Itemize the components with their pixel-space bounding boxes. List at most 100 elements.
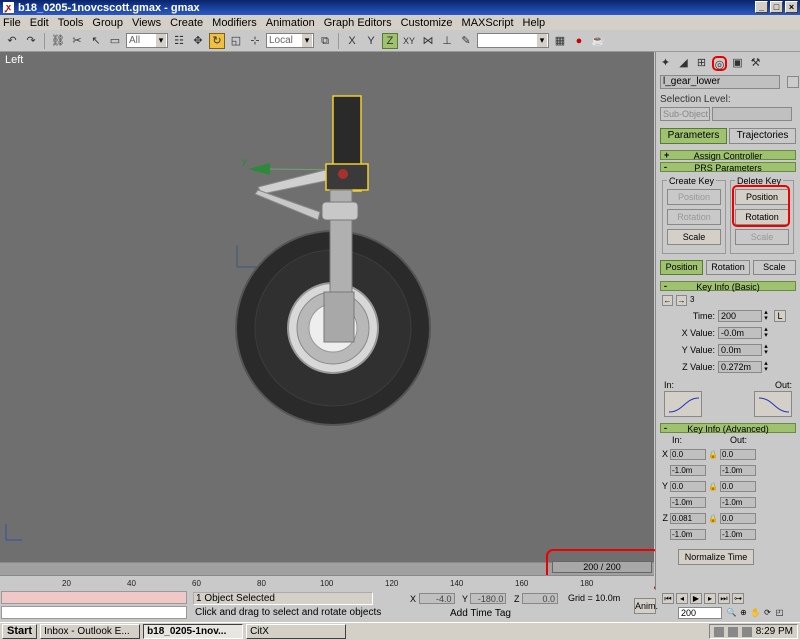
material-editor-icon[interactable]: ▦ (552, 33, 568, 49)
maxscript-listener-mini[interactable] (1, 591, 187, 604)
mirror-icon[interactable]: ⋈ (420, 33, 436, 49)
key-mode-icon[interactable]: ⊶ (732, 593, 744, 604)
select-icon[interactable]: ↖ (88, 33, 104, 49)
selection-filter-dropdown[interactable]: All (126, 33, 168, 48)
y-value-field[interactable]: 0.0m (718, 344, 762, 356)
adv-in-field[interactable]: -1.0m (670, 528, 706, 540)
reference-coord-dropdown[interactable]: Local (266, 33, 314, 48)
utilities-tab-icon[interactable]: ⚒ (748, 56, 763, 71)
pivot-icon[interactable]: ⊹ (247, 33, 263, 49)
adv-out-field[interactable]: -1.0m (720, 464, 756, 476)
menu-create[interactable]: Create (170, 17, 203, 29)
menu-animation[interactable]: Animation (266, 17, 315, 29)
time-field[interactable]: 200 (718, 310, 762, 322)
min-max-toggle-icon[interactable]: ◰ (774, 607, 785, 618)
menu-maxscript[interactable]: MAXScript (462, 17, 514, 29)
menu-graph-editors[interactable]: Graph Editors (324, 17, 392, 29)
create-rotation-key-button[interactable]: Rotation (667, 209, 721, 225)
pivot-center-icon[interactable]: ⧉ (317, 33, 333, 49)
move-icon[interactable]: ✥ (190, 33, 206, 49)
add-time-tag[interactable]: Add Time Tag (450, 608, 511, 619)
axis-z-icon[interactable]: Z (382, 32, 398, 49)
time-spinner-icon[interactable]: ▴ ▾ (762, 309, 770, 322)
maxscript-input-mini[interactable] (1, 606, 187, 619)
adv-in-field[interactable]: -1.0m (670, 496, 706, 508)
play-icon[interactable]: ▶ (690, 593, 702, 604)
x-value-spinner-icon[interactable]: ▴ ▾ (762, 326, 770, 339)
named-selection-icon[interactable]: ✎ (458, 33, 474, 49)
position-mode-button[interactable]: Position (660, 260, 704, 275)
pan-icon[interactable]: ✋ (750, 607, 761, 618)
rollout-prs-parameters[interactable]: - PRS Parameters (660, 162, 796, 173)
adv-in-field[interactable]: 0.0 (670, 480, 706, 492)
object-color-swatch[interactable] (787, 76, 799, 88)
z-value-spinner-icon[interactable]: ▴ ▾ (762, 360, 770, 373)
y-value-spinner-icon[interactable]: ▴ ▾ (762, 343, 770, 356)
go-to-end-icon[interactable]: ⏭ (718, 593, 730, 604)
rollout-key-info-advanced[interactable]: - Key Info (Advanced) (660, 423, 796, 434)
adv-lock-icon[interactable]: 🔒 (708, 514, 718, 523)
scale-icon[interactable]: ◱ (228, 33, 244, 49)
x-value-field[interactable]: -0.0m (718, 327, 762, 339)
rotate-icon[interactable]: ↻ (209, 32, 225, 49)
rollout-key-info-basic[interactable]: - Key Info (Basic) (660, 281, 796, 292)
create-position-key-button[interactable]: Position (667, 189, 721, 205)
close-button[interactable]: × (785, 1, 798, 13)
adv-in-field[interactable]: -1.0m (670, 464, 706, 476)
render-icon[interactable]: ● (571, 33, 587, 49)
previous-key-icon[interactable]: ← (662, 295, 673, 306)
unlink-icon[interactable]: ✂ (69, 33, 85, 49)
create-scale-key-button[interactable]: Scale (667, 229, 721, 245)
normalize-time-button[interactable]: Normalize Time (678, 549, 754, 565)
next-key-icon[interactable]: → (676, 295, 687, 306)
scale-mode-button[interactable]: Scale (752, 260, 796, 275)
adv-out-field[interactable]: 0.0 (720, 480, 756, 492)
tray-icon[interactable] (727, 626, 738, 637)
delete-scale-key-button[interactable]: Scale (735, 229, 789, 245)
axis-x-icon[interactable]: X (344, 33, 360, 49)
taskbar-item-outlook[interactable]: Inbox - Outlook E... (40, 624, 141, 639)
tray-icon[interactable] (741, 626, 752, 637)
menu-group[interactable]: Group (92, 17, 123, 29)
menu-help[interactable]: Help (523, 17, 546, 29)
hierarchy-tab-icon[interactable]: ⊞ (694, 56, 709, 71)
object-name-field[interactable]: l_gear_lower (660, 75, 780, 89)
in-tangent-curve-icon[interactable] (664, 391, 702, 417)
rollout-assign-controller[interactable]: + Assign Controller (660, 150, 796, 161)
minimize-button[interactable]: _ (755, 1, 768, 13)
next-frame-icon[interactable]: ▸ (704, 593, 716, 604)
coord-x[interactable]: X -4.0 (410, 593, 455, 605)
viewport-label[interactable]: Left (5, 54, 23, 66)
menu-customize[interactable]: Customize (401, 17, 453, 29)
adv-out-field[interactable]: 0.0 (720, 512, 756, 524)
named-selection-dropdown[interactable] (477, 33, 549, 48)
viewport-left[interactable]: Left y (0, 52, 654, 562)
start-button[interactable]: Start (2, 624, 38, 639)
adv-out-field[interactable]: -1.0m (720, 496, 756, 508)
adv-in-field[interactable]: 0.0 (670, 448, 706, 460)
menu-tools[interactable]: Tools (58, 17, 84, 29)
trajectories-button[interactable]: Trajectories (729, 128, 796, 144)
rotation-mode-button[interactable]: Rotation (706, 260, 750, 275)
taskbar-item-citx[interactable]: CitX (246, 624, 347, 639)
adv-out-field[interactable]: 0.0 (720, 448, 756, 460)
taskbar-item-gmax[interactable]: b18_0205-1nov... (143, 624, 244, 639)
menu-edit[interactable]: Edit (30, 17, 49, 29)
adv-in-field[interactable]: 0.081 (670, 512, 706, 524)
adv-out-field[interactable]: -1.0m (720, 528, 756, 540)
quick-render-icon[interactable]: ☕ (590, 33, 606, 49)
sub-object-dropdown[interactable] (712, 107, 792, 121)
gmax-app-icon[interactable]: ꭙ (3, 2, 14, 13)
menu-file[interactable]: File (3, 17, 21, 29)
sub-object-button[interactable]: Sub-Object (660, 107, 710, 121)
select-by-name-icon[interactable]: ☷ (171, 33, 187, 49)
coord-z-value[interactable]: 0.0 (522, 593, 559, 604)
anim-mode-button[interactable]: Anim. (634, 598, 658, 614)
parameters-button[interactable]: Parameters (660, 128, 727, 144)
previous-frame-icon[interactable]: ◂ (676, 593, 688, 604)
adv-lock-icon[interactable]: 🔒 (708, 450, 718, 459)
track-bar[interactable]: 20 40 60 80 100 120 140 160 180 (0, 575, 654, 590)
motion-tab-icon[interactable]: ◎ (712, 56, 727, 71)
zoom-all-icon[interactable]: ⊕ (738, 607, 749, 618)
modify-tab-icon[interactable]: ◢ (676, 56, 691, 71)
